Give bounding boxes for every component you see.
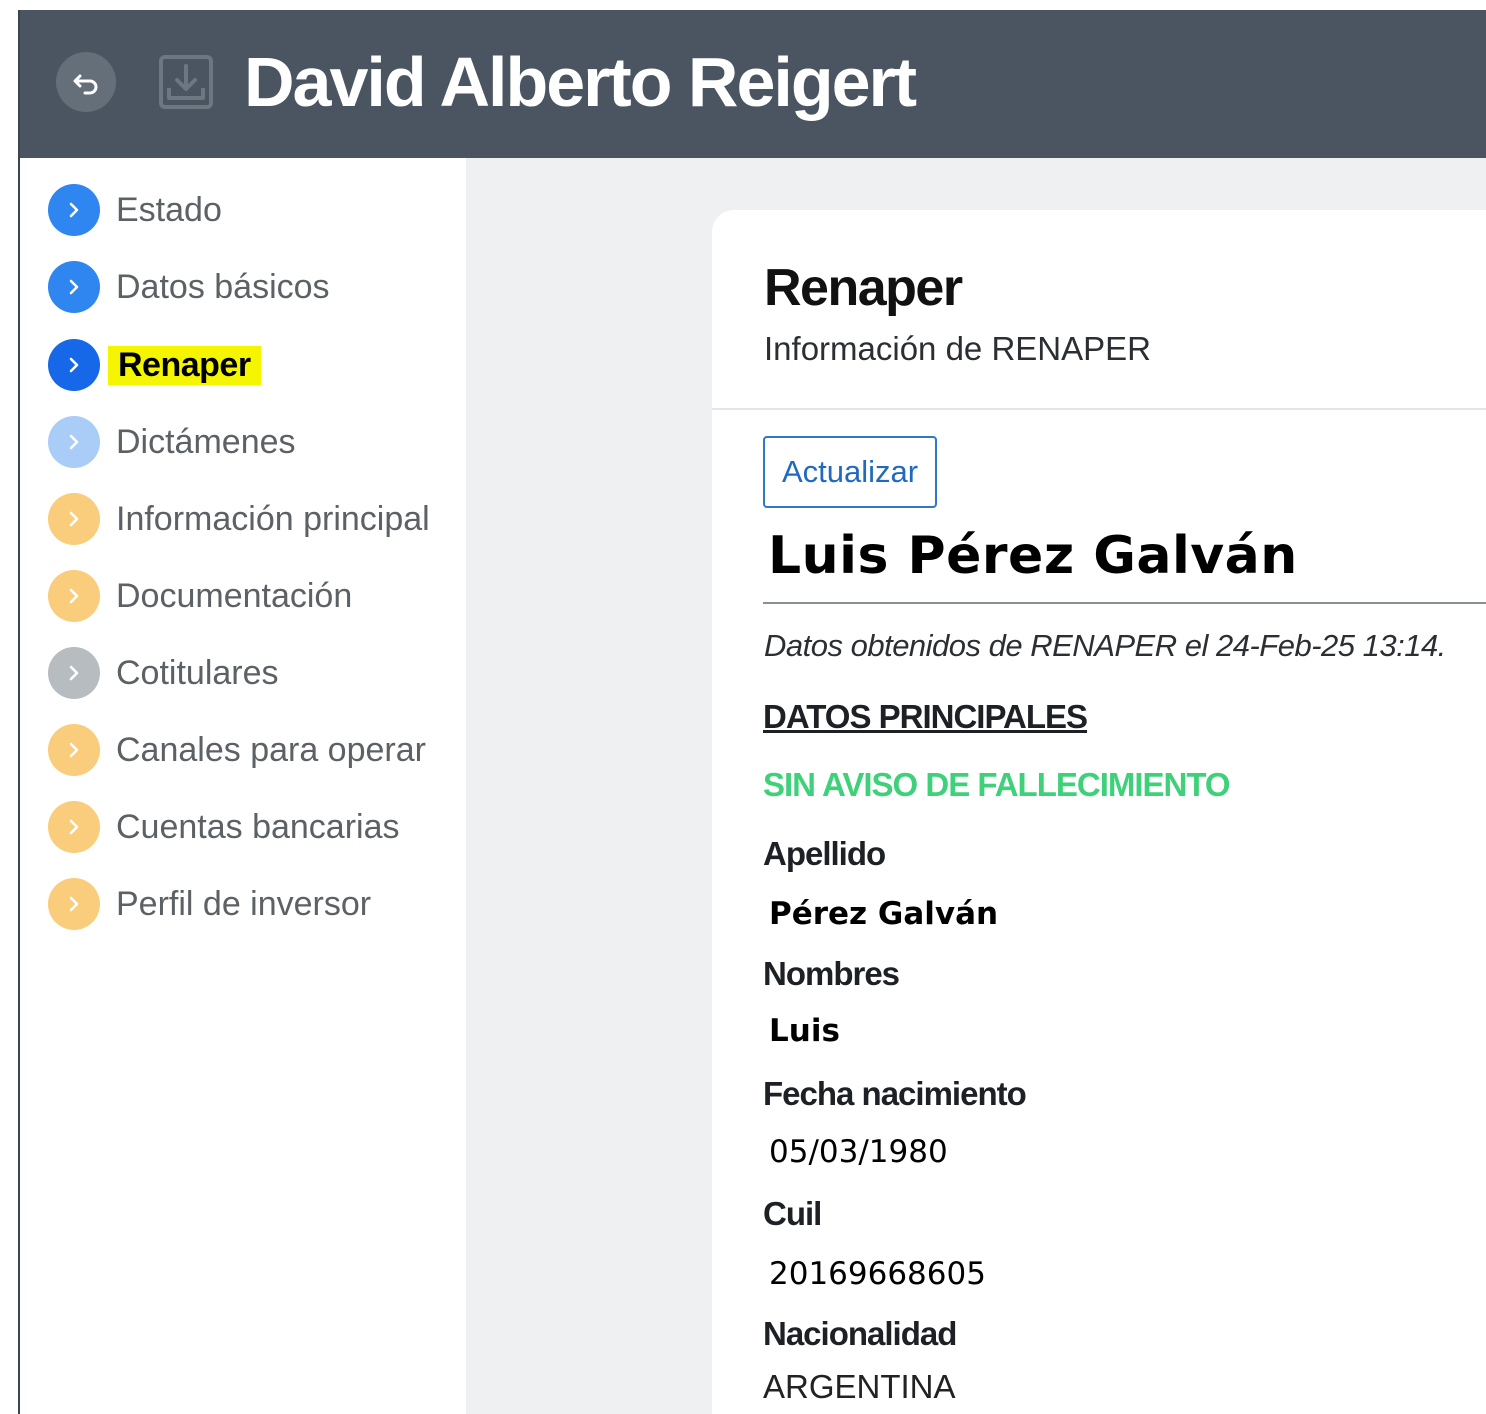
sidebar-item-estado[interactable]: Estado [48,182,222,238]
sidebar-item-label: Estado [116,190,222,229]
divider [763,602,1486,604]
sidebar-nav: Estado Datos básicos Renaper Dictámenes … [20,158,466,1414]
sidebar-item-informacion-principal[interactable]: Información principal [48,491,430,547]
chevron-right-icon [48,570,100,622]
sidebar-item-label: Documentación [116,576,353,615]
sidebar-item-canales-para-operar[interactable]: Canales para operar [48,722,426,778]
sidebar-item-label: Renaper [108,345,261,385]
card-title: Renaper [764,259,963,317]
undo-arrow-icon [73,74,98,95]
field-value-nacionalidad: ARGENTINA [763,1368,956,1405]
sidebar-item-cotitulares[interactable]: Cotitulares [48,645,279,701]
death-status-text: SIN AVISO DE FALLECIMIENTO [763,766,1231,803]
chevron-right-icon [48,878,100,930]
chevron-right-icon [48,184,100,236]
source-note: Datos obtenidos de RENAPER el 24-Feb-25 … [764,628,1446,663]
sidebar-item-label: Cotitulares [116,653,279,692]
chevron-right-icon [48,801,100,853]
sidebar-item-label: Datos básicos [116,267,330,306]
sidebar-item-renaper[interactable]: Renaper [48,337,261,393]
sidebar-item-label: Dictámenes [116,422,296,461]
sidebar-item-label: Canales para operar [116,730,426,769]
sidebar-item-label: Información principal [116,499,430,538]
field-value-cuil: 20169668605 [769,1256,986,1292]
sidebar-item-cuentas-bancarias[interactable]: Cuentas bancarias [48,799,400,855]
field-label-nombres: Nombres [763,955,900,992]
app-window: David Alberto Reigert Estado Datos básic… [18,10,1486,1414]
sidebar-item-dictamenes[interactable]: Dictámenes [48,414,296,470]
main-content: Renaper Información de RENAPER Actualiza… [466,158,1486,1414]
field-label-nacionalidad: Nacionalidad [763,1315,957,1352]
refresh-button[interactable]: Actualizar [763,436,937,508]
field-label-cuil: Cuil [763,1195,822,1232]
sidebar-item-label: Cuentas bancarias [116,807,400,846]
sidebar-item-label: Perfil de inversor [116,884,372,923]
field-value-nombres: Luis [769,1013,840,1049]
chevron-right-icon [48,724,100,776]
download-button[interactable] [158,54,214,110]
field-label-apellido: Apellido [763,835,886,872]
sidebar-item-documentacion[interactable]: Documentación [48,568,352,624]
chevron-right-icon [48,493,100,545]
renaper-card: Renaper Información de RENAPER Actualiza… [712,210,1486,1414]
chevron-right-icon [48,261,100,313]
chevron-right-icon [48,647,100,699]
sidebar-item-perfil-de-inversor[interactable]: Perfil de inversor [48,876,371,932]
card-header: Renaper Información de RENAPER [712,210,1486,410]
chevron-right-icon [48,416,100,468]
page-header: David Alberto Reigert [20,10,1486,158]
chevron-right-icon [48,339,100,391]
field-value-apellido: Pérez Galván [769,896,999,932]
field-value-fecha-nacimiento: 05/03/1980 [769,1134,948,1170]
section-title: DATOS PRINCIPALES [763,698,1088,735]
page-title: David Alberto Reigert [244,43,917,121]
field-label-fecha-nacimiento: Fecha nacimiento [763,1075,1027,1112]
back-button[interactable] [56,52,116,112]
sidebar-item-datos-basicos[interactable]: Datos básicos [48,259,330,315]
card-subtitle: Información de RENAPER [764,330,1151,367]
download-tray-icon [159,55,213,109]
person-name: Luis Pérez Galván [768,526,1298,586]
